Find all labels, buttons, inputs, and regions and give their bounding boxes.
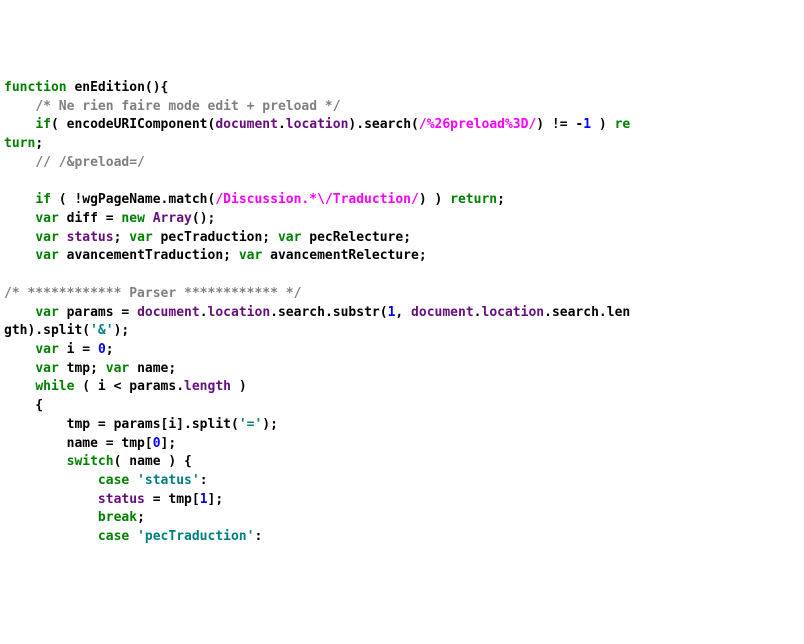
line-4: turn; [4, 136, 43, 151]
code-block: function enEdition(){ /* Ne rien faire m… [4, 79, 800, 547]
line-3: if( encodeURIComponent(document.location… [4, 117, 630, 132]
line-7: if ( !wgPageName.match(/Discussion.*\/Tr… [4, 192, 505, 207]
line-5: // /&preload=/ [4, 155, 145, 170]
line-20: name = tmp[0]; [4, 436, 176, 451]
line-17: while ( i < params.length ) [4, 379, 247, 394]
line-16: var tmp; var name; [4, 361, 176, 376]
line-12: /* ************ Parser ************ */ [4, 286, 301, 301]
line-10: var avancementTraduction; var avancement… [4, 248, 427, 263]
line-23: status = tmp[1]; [4, 492, 223, 507]
line-25: case 'pecTraduction': [4, 529, 262, 544]
line-21: switch( name ) { [4, 454, 192, 469]
line-2: /* Ne rien faire mode edit + preload */ [4, 99, 341, 114]
line-9: var status; var pecTraduction; var pecRe… [4, 230, 411, 245]
line-19: tmp = params[i].split('='); [4, 417, 278, 432]
line-1: function enEdition(){ [4, 80, 168, 95]
line-24: break; [4, 510, 145, 525]
line-8: var diff = new Array(); [4, 211, 215, 226]
line-15: var i = 0; [4, 342, 114, 357]
line-22: case 'status': [4, 473, 208, 488]
line-18: { [4, 398, 43, 413]
line-13: var params = document.location.search.su… [4, 305, 630, 320]
line-14: gth).split('&'); [4, 323, 129, 338]
